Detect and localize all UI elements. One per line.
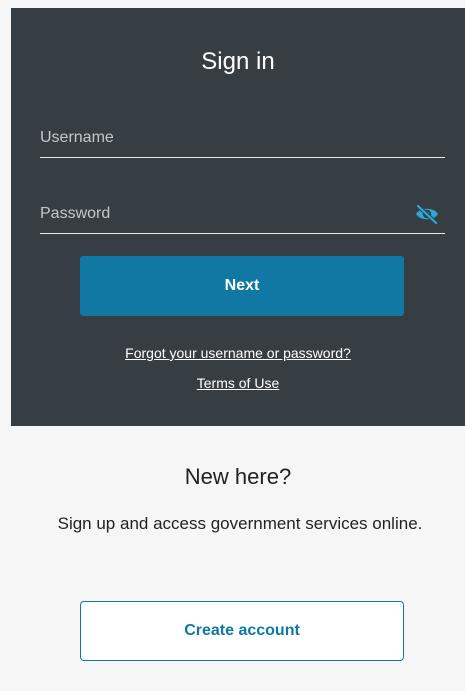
new-here-heading: New here? bbox=[184, 464, 292, 489]
sign-in-page: Sign in Next Forgot your username or pas… bbox=[0, 0, 465, 691]
password-input[interactable] bbox=[40, 201, 400, 227]
username-input[interactable] bbox=[40, 125, 400, 151]
sign-up-description: Sign up and access government services o… bbox=[57, 514, 423, 533]
sign-in-heading: Sign in bbox=[201, 48, 275, 75]
next-button[interactable]: Next bbox=[80, 256, 404, 316]
terms-of-use-link[interactable]: Terms of Use bbox=[11, 375, 465, 391]
password-field[interactable] bbox=[40, 197, 445, 234]
eye-off-icon[interactable] bbox=[413, 202, 441, 226]
sign-in-panel: Sign in Next Forgot your username or pas… bbox=[11, 8, 465, 426]
forgot-credentials-link[interactable]: Forgot your username or password? bbox=[11, 345, 465, 361]
create-account-button[interactable]: Create account bbox=[80, 601, 404, 661]
username-field[interactable] bbox=[40, 121, 445, 158]
